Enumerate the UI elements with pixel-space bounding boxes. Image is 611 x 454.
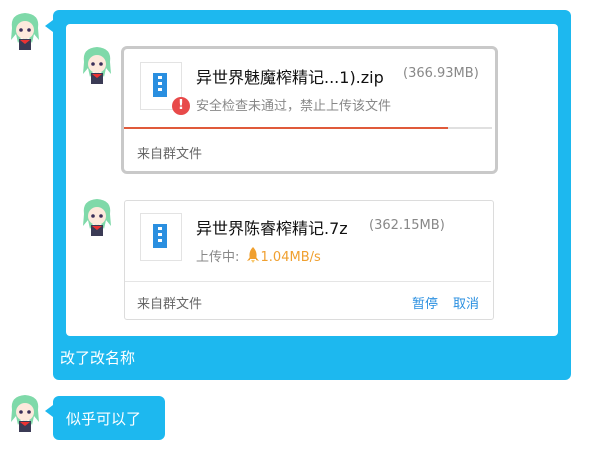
pause-button[interactable]: 暂停: [412, 293, 438, 312]
status-text: 安全检查未通过，禁止上传该文件: [196, 99, 392, 114]
progress-bar: [124, 127, 492, 129]
file-source: 来自群文件: [137, 297, 203, 312]
file-name[interactable]: 异世界魅魔榨精记...1).zip: [196, 64, 384, 88]
upload-status: 上传中: 1.04MB/s: [196, 246, 321, 265]
bubble-tail: [45, 405, 53, 417]
file-name[interactable]: 异世界陈睿榨精记.7z: [196, 215, 348, 239]
error-icon: !: [172, 97, 190, 115]
progress-fill: [124, 127, 448, 129]
bubble-tail: [45, 20, 53, 32]
file-source: 来自群文件: [137, 147, 203, 162]
rocket-icon: [246, 247, 259, 263]
avatar[interactable]: [8, 10, 42, 50]
message-text: 似乎可以了: [66, 410, 142, 428]
cancel-button[interactable]: 取消: [453, 293, 479, 312]
status-prefix: 上传中:: [196, 250, 240, 265]
divider: [125, 281, 491, 282]
avatar[interactable]: [8, 392, 42, 432]
avatar[interactable]: [80, 44, 114, 84]
file-size: (366.93MB): [403, 66, 479, 81]
file-size: (362.15MB): [369, 218, 445, 233]
avatar[interactable]: [80, 196, 114, 236]
upload-speed: 1.04MB/s: [260, 250, 321, 265]
zip-file-icon: [140, 213, 182, 261]
message-text: 改了改名称: [60, 349, 136, 367]
message-bubble: 似乎可以了: [53, 396, 165, 440]
